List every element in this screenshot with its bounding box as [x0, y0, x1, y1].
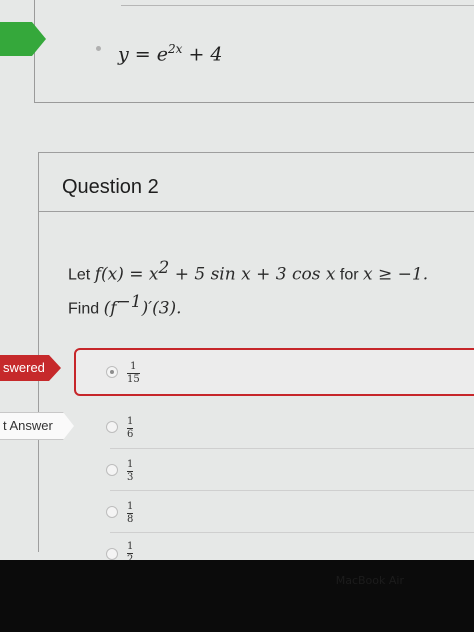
previous-question-card	[34, 0, 474, 103]
option-1-numerator: 1	[130, 361, 137, 372]
divider	[121, 5, 474, 6]
eq-base: e	[156, 43, 168, 66]
option-2-numerator: 1	[127, 416, 134, 427]
bezel-label: MacBook Air	[335, 574, 404, 587]
previous-equation: y = e2x + 4	[118, 42, 223, 66]
option-1-fraction[interactable]: 1 15	[127, 362, 140, 385]
statement-prefix: Let	[68, 266, 95, 284]
function-rest: + 5 sin x + 3 cos x	[169, 264, 336, 285]
option-2-denominator: 6	[127, 429, 134, 440]
option-4-numerator: 1	[127, 501, 134, 512]
prompt-prefix: Find	[68, 300, 104, 318]
progress-marker-answered[interactable]	[0, 22, 46, 56]
screen: y = e2x + 4 Question 2 Let f(x) = x2 + 5…	[0, 0, 474, 560]
option-4-fraction[interactable]: 1 8	[127, 501, 134, 525]
question-statement: Let f(x) = x2 + 5 sin x + 3 cos x for x …	[68, 258, 428, 284]
inverse-close: )′(3).	[141, 298, 182, 319]
option-divider	[110, 490, 474, 491]
option-3-denominator: 3	[127, 472, 134, 483]
inverse-exponent: −1	[116, 292, 142, 312]
function-eq: = x	[123, 264, 159, 285]
eq-exponent: 2x	[167, 42, 183, 56]
question-title: Question 2	[62, 176, 159, 198]
option-divider	[110, 448, 474, 449]
eq-rest: + 4	[188, 43, 223, 66]
option-3-numerator: 1	[127, 459, 134, 470]
option-4-denominator: 8	[127, 514, 134, 525]
option-3-fraction[interactable]: 1 3	[127, 459, 134, 483]
option-5-radio[interactable]	[106, 548, 118, 560]
option-divider	[110, 532, 474, 533]
option-2-radio[interactable]	[106, 421, 118, 433]
statement-for: for	[335, 266, 363, 284]
question-prompt: Find (f−1)′(3).	[68, 292, 182, 318]
option-4-radio[interactable]	[106, 506, 118, 518]
option-5-numerator: 1	[127, 541, 134, 552]
eq-lhs: y	[118, 43, 129, 66]
domain-condition: x ≥ −1.	[363, 264, 429, 285]
bullet-dot	[96, 46, 101, 51]
function-name: f(x)	[94, 264, 124, 285]
answered-tag: swered	[0, 355, 61, 381]
option-5-fraction[interactable]: 1 2	[127, 541, 134, 560]
option-1-radio[interactable]	[106, 366, 118, 378]
option-2-fraction[interactable]: 1 6	[127, 416, 134, 440]
correct-answer-tag: t Answer	[0, 412, 74, 440]
inverse-open: (f	[103, 298, 117, 319]
laptop-bezel: MacBook Air	[0, 560, 474, 632]
option-1-denominator: 15	[127, 374, 140, 385]
option-3-radio[interactable]	[106, 464, 118, 476]
function-exponent: 2	[158, 258, 170, 278]
